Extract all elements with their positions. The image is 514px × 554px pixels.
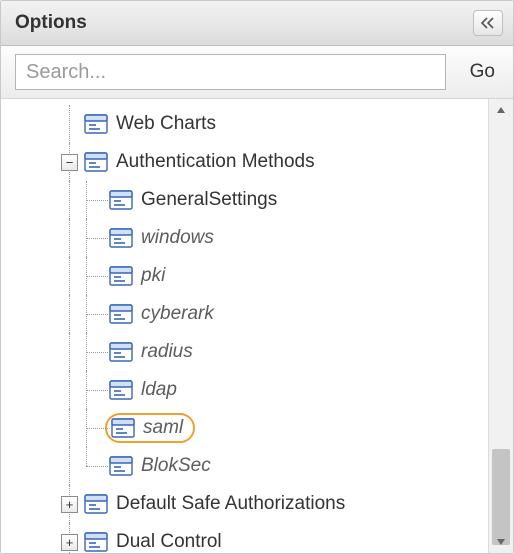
properties-icon: [109, 228, 133, 248]
tree-item-label: ldap: [141, 379, 177, 401]
properties-icon: [109, 304, 133, 324]
properties-icon: [84, 494, 108, 514]
tree-item-label: Dual Control: [116, 531, 222, 553]
properties-icon: [109, 266, 133, 286]
properties-icon: [109, 456, 133, 476]
properties-icon: [84, 114, 108, 134]
tree-item-label: windows: [141, 227, 214, 249]
tree-item-radius[interactable]: radius: [1, 333, 488, 371]
tree-item-label: GeneralSettings: [141, 189, 277, 211]
panel-header: Options: [1, 1, 513, 46]
tree-item-ldap[interactable]: ldap: [1, 371, 488, 409]
properties-icon: [109, 190, 133, 210]
tree-item-label: radius: [141, 341, 193, 363]
search-input[interactable]: [15, 54, 446, 90]
chevrons-left-icon: [481, 17, 495, 29]
tree-item-bloksec[interactable]: BlokSec: [1, 447, 488, 485]
tree-item-windows[interactable]: windows: [1, 219, 488, 257]
tree-item-cyberark[interactable]: cyberark: [1, 295, 488, 333]
vertical-scrollbar[interactable]: [488, 99, 513, 553]
go-button[interactable]: Go: [470, 61, 495, 83]
tree-item-label: Default Safe Authorizations: [116, 493, 345, 515]
panel-title: Options: [15, 12, 87, 34]
collapse-panel-button[interactable]: [473, 10, 503, 36]
tree-item-label: saml: [143, 417, 183, 439]
tree-item-label: pki: [141, 265, 165, 287]
tree-item-label: BlokSec: [141, 455, 211, 477]
search-bar: Go: [1, 46, 513, 99]
tree-item-label: Web Charts: [116, 113, 216, 135]
scroll-down-arrow-icon[interactable]: [489, 531, 513, 553]
tree-item-label: Authentication Methods: [116, 151, 315, 173]
options-panel: Options Go Web Charts − Authentication Met…: [0, 0, 514, 554]
expand-toggle[interactable]: +: [61, 534, 78, 551]
tree-item-pki[interactable]: pki: [1, 257, 488, 295]
collapse-toggle[interactable]: −: [61, 154, 78, 171]
properties-icon: [84, 532, 108, 552]
properties-icon: [109, 380, 133, 400]
highlight-ring: saml: [105, 413, 195, 443]
tree-item-web-charts[interactable]: Web Charts: [1, 105, 488, 143]
properties-icon: [84, 152, 108, 172]
tree-item-default-safe-auth[interactable]: + Default Safe Authorizations: [1, 485, 488, 523]
tree-item-auth-methods[interactable]: − Authentication Methods: [1, 143, 488, 181]
properties-icon: [109, 342, 133, 362]
options-tree: Web Charts − Authentication Methods General…: [1, 99, 488, 553]
toggle-spacer: [61, 116, 78, 133]
tree-item-saml[interactable]: saml: [1, 409, 488, 447]
properties-icon: [111, 418, 135, 438]
tree-item-label: cyberark: [141, 303, 214, 325]
expand-toggle[interactable]: +: [61, 496, 78, 513]
tree-item-general-settings[interactable]: GeneralSettings: [1, 181, 488, 219]
tree-item-dual-control[interactable]: + Dual Control: [1, 523, 488, 553]
scroll-up-arrow-icon[interactable]: [489, 99, 513, 121]
tree-container: Web Charts − Authentication Methods General…: [1, 99, 513, 553]
